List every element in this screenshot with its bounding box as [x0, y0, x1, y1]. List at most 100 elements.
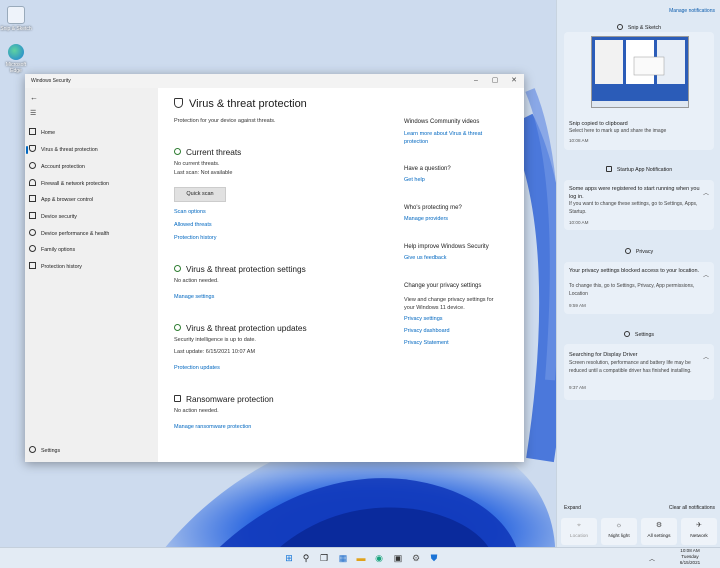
sidebar-item-home[interactable]: Home: [29, 126, 154, 140]
quick-scan-button[interactable]: Quick scan: [174, 187, 226, 202]
file-explorer-icon[interactable]: ▬: [355, 552, 367, 564]
widgets-icon[interactable]: ▦: [337, 552, 349, 564]
quick-setting-label: Night light: [608, 534, 630, 539]
notification-time: 10:08 AM: [569, 138, 589, 143]
notification-card[interactable]: Some apps were registered to start runni…: [564, 180, 714, 230]
sidebar-item-label: Firewall & network protection: [41, 181, 110, 187]
page-title-text: Virus & threat protection: [189, 98, 307, 110]
sidebar-item-family-options[interactable]: Family options: [29, 243, 154, 257]
notification-body: If you want to change these settings, go…: [569, 201, 698, 215]
heading-text: Virus & threat protection updates: [186, 323, 307, 333]
chevron-up-icon[interactable]: ︿: [703, 270, 709, 279]
start-button-icon[interactable]: ⊞: [283, 552, 295, 564]
protection-history-link[interactable]: Protection history: [174, 235, 217, 241]
back-arrow-icon[interactable]: ←: [30, 93, 38, 102]
wifi-icon: [29, 179, 36, 186]
minimize-button[interactable]: –: [469, 76, 483, 86]
taskbar: ⊞ ⚲ ❐ ▦ ▬ ◉ ▣ ⚙ ⛊ ︿ 10:08 AM Tuesday 6/1…: [0, 547, 720, 568]
manage-notifications-link[interactable]: Manage notifications: [669, 8, 715, 14]
sidebar-item-protection-history[interactable]: Protection history: [29, 260, 154, 274]
learn-more-link[interactable]: Learn more about Virus & threat protecti…: [404, 131, 496, 146]
store-icon[interactable]: ▣: [392, 552, 404, 564]
notification-body: To change this, go to Settings, Privacy,…: [569, 283, 695, 297]
sidebar-item-label: Virus & threat protection: [41, 147, 98, 153]
gear-icon: [623, 331, 630, 337]
night-light-icon: ☼: [615, 522, 623, 529]
title-bar[interactable]: Windows Security – ▢ ✕: [25, 74, 524, 88]
feedback-link[interactable]: Give us feedback: [404, 255, 447, 261]
notification-card[interactable]: Searching for Display Driver ︿ Screen re…: [564, 344, 714, 400]
windows-security-taskbar-icon[interactable]: ⛊: [428, 552, 440, 564]
edge-icon[interactable]: ◉: [373, 552, 385, 564]
quick-setting-label: Location: [569, 534, 589, 539]
settings-status: No action needed.: [174, 278, 219, 284]
manage-ransomware-link[interactable]: Manage ransomware protection: [174, 424, 251, 430]
question-heading: Have a question?: [404, 166, 451, 172]
clock-date: 6/15/2021: [679, 560, 701, 565]
privacy-statement-link[interactable]: Privacy Statement: [404, 340, 449, 346]
update-icon: [174, 324, 181, 331]
search-icon[interactable]: ⚲: [300, 552, 312, 564]
protecting-heading: Who's protecting me?: [404, 205, 462, 211]
quick-setting-night-light[interactable]: ☼ Night light: [601, 518, 637, 545]
protection-updates-link[interactable]: Protection updates: [174, 365, 220, 371]
notification-group-header: Privacy: [557, 248, 720, 255]
chevron-up-icon[interactable]: ︿: [649, 554, 655, 563]
protection-updates-heading: Virus & threat protection updates: [174, 323, 307, 333]
maximize-button[interactable]: ▢: [488, 76, 502, 86]
sidebar-item-label: Account protection: [41, 164, 85, 170]
notification-center: Manage notifications Snip & Sketch Snip …: [556, 0, 720, 547]
gear-icon: ⚙: [655, 522, 663, 529]
person-icon: [29, 162, 36, 169]
settings-app-icon[interactable]: ⚙: [410, 552, 422, 564]
desktop-icon-edge[interactable]: Microsoft Edge: [0, 44, 32, 74]
snip-sketch-icon: [616, 24, 623, 30]
sidebar-item-virus-threat-protection[interactable]: Virus & threat protection: [26, 143, 154, 157]
shield-icon: [29, 145, 36, 152]
sidebar-item-firewall[interactable]: Firewall & network protection: [29, 177, 154, 191]
edge-icon: [8, 44, 24, 60]
sidebar: ← ☰ Home Virus & threat protection Accou…: [25, 88, 158, 462]
group-app-name: Snip & Sketch: [627, 25, 662, 31]
chevron-up-icon[interactable]: ︿: [703, 188, 709, 197]
manage-settings-link[interactable]: Manage settings: [174, 294, 214, 300]
system-clock[interactable]: 10:08 AM Tuesday 6/15/2021: [665, 548, 715, 566]
location-icon: ⌖: [577, 522, 581, 529]
shield-icon: [174, 98, 183, 108]
sidebar-item-app-browser-control[interactable]: App & browser control: [29, 193, 154, 207]
privacy-dashboard-link[interactable]: Privacy dashboard: [404, 328, 450, 334]
ransomware-icon: [174, 395, 181, 402]
privacy-settings-link[interactable]: Privacy settings: [404, 316, 443, 322]
manage-providers-link[interactable]: Manage providers: [404, 216, 448, 222]
notification-time: 10:00 AM: [569, 220, 589, 225]
protection-settings-heading: Virus & threat protection settings: [174, 264, 306, 274]
improve-heading: Help improve Windows Security: [404, 244, 489, 250]
settings-gear-icon: [174, 265, 181, 272]
notification-card[interactable]: Snip copied to clipboard Select here to …: [564, 32, 714, 150]
clear-all-button[interactable]: Clear all notifications: [669, 505, 715, 511]
notification-group-header: Snip & Sketch: [557, 24, 720, 31]
sidebar-item-label: App & browser control: [41, 197, 94, 203]
get-help-link[interactable]: Get help: [404, 177, 425, 183]
desktop-icon-snip-sketch[interactable]: Snip & Sketch: [0, 6, 32, 32]
notification-title: Searching for Display Driver: [569, 352, 638, 358]
notification-card[interactable]: Your privacy settings blocked access to …: [564, 262, 714, 314]
ransomware-status: No action needed.: [174, 408, 219, 414]
desktop-icon-label: Microsoft Edge: [5, 62, 27, 74]
close-button[interactable]: ✕: [507, 76, 521, 86]
scan-options-link[interactable]: Scan options: [174, 209, 206, 215]
quick-setting-network[interactable]: ✈ Network: [681, 518, 717, 545]
sidebar-item-device-security[interactable]: Device security: [29, 210, 154, 224]
sidebar-item-settings[interactable]: Settings: [29, 444, 154, 458]
hamburger-menu-icon[interactable]: ☰: [30, 109, 36, 117]
refresh-check-icon: [174, 148, 181, 155]
sidebar-item-account-protection[interactable]: Account protection: [29, 160, 154, 174]
quick-setting-all-settings[interactable]: ⚙ All settings: [641, 518, 677, 545]
allowed-threats-link[interactable]: Allowed threats: [174, 222, 212, 228]
task-view-icon[interactable]: ❐: [318, 552, 330, 564]
quick-setting-location[interactable]: ⌖ Location: [561, 518, 597, 545]
expand-button[interactable]: Expand: [564, 505, 581, 511]
sidebar-item-device-performance[interactable]: Device performance & health: [29, 227, 154, 241]
notification-body: Select here to mark up and share the ima…: [569, 128, 667, 134]
startup-app-icon: [605, 166, 612, 172]
